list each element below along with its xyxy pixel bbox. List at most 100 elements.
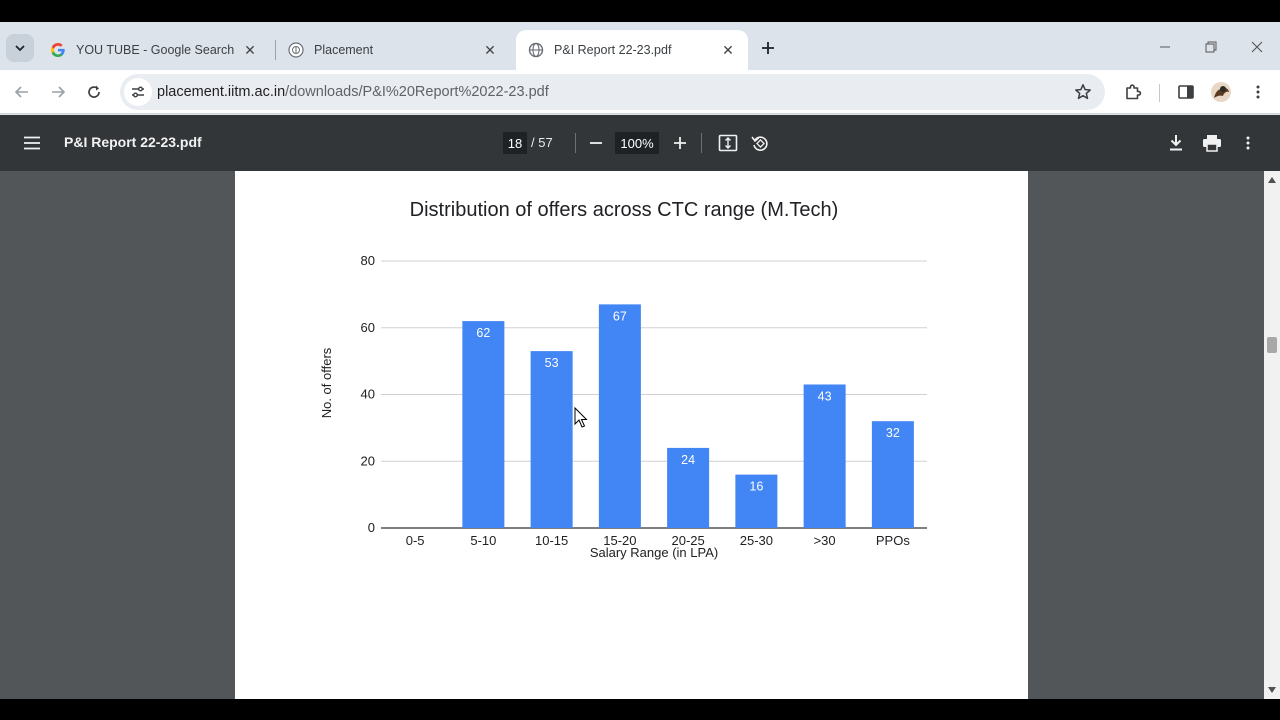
fit-to-page-button[interactable] xyxy=(716,131,740,155)
close-tab-icon[interactable]: ✕ xyxy=(242,42,258,58)
fit-page-icon xyxy=(718,134,738,152)
vertical-scrollbar[interactable] xyxy=(1264,171,1280,699)
hamburger-menu-icon xyxy=(24,136,40,150)
bookmark-star-button[interactable] xyxy=(1073,82,1093,102)
tab-google-search[interactable]: YOU TUBE - Google Search ✕ xyxy=(38,30,270,70)
url-host: placement.iitm.ac.in xyxy=(157,84,286,100)
browser-window: YOU TUBE - Google Search ✕ Placement ✕ P… xyxy=(0,22,1280,699)
zoom-level-input[interactable]: 100% xyxy=(615,132,659,154)
restore-button[interactable] xyxy=(1199,36,1223,58)
tune-icon xyxy=(132,86,144,98)
side-panel-button[interactable] xyxy=(1174,80,1198,104)
download-icon xyxy=(1170,135,1182,151)
bar-data-label: 62 xyxy=(476,326,490,340)
y-tick-label: 20 xyxy=(361,453,375,468)
bar xyxy=(803,384,846,528)
page-number-input[interactable]: 18 xyxy=(503,132,527,154)
pdf-toolbar-divider xyxy=(701,133,702,153)
y-tick-label: 80 xyxy=(361,253,375,268)
pdf-toolbar: P&I Report 22-23.pdf 18 / 57 100% xyxy=(0,115,1280,171)
address-bar[interactable]: placement.iitm.ac.in/downloads/P&I%20Rep… xyxy=(120,74,1105,110)
x-tick-label: 25-30 xyxy=(740,533,773,548)
tab-title: YOU TUBE - Google Search xyxy=(76,43,235,57)
url-text[interactable]: placement.iitm.ac.in/downloads/P&I%20Rep… xyxy=(157,84,549,100)
chevron-down-icon xyxy=(15,45,25,52)
globe-icon xyxy=(528,42,544,58)
minimize-icon xyxy=(1160,46,1170,48)
puzzle-icon xyxy=(1126,84,1142,100)
chart-title: Distribution of offers across CTC range … xyxy=(410,199,839,221)
zoom-out-button[interactable] xyxy=(584,131,608,155)
close-tab-icon[interactable]: ✕ xyxy=(482,42,498,58)
pdf-page: Distribution of offers across CTC range … xyxy=(235,171,1028,699)
close-tab-icon[interactable]: ✕ xyxy=(720,42,736,58)
extensions-button[interactable] xyxy=(1121,80,1145,104)
bar-data-label: 16 xyxy=(749,480,763,494)
scroll-up-arrow-icon[interactable] xyxy=(1267,175,1277,185)
pdf-viewport[interactable]: Distribution of offers across CTC range … xyxy=(0,171,1280,699)
y-axis-label: No. of offers xyxy=(319,347,334,418)
tab-strip: YOU TUBE - Google Search ✕ Placement ✕ P… xyxy=(0,22,1280,70)
reload-button[interactable] xyxy=(80,78,108,106)
rotate-counterclockwise-icon xyxy=(751,136,768,151)
arrow-right-icon xyxy=(52,86,66,98)
pdf-title: P&I Report 22-23.pdf xyxy=(64,134,202,150)
bar-data-label: 32 xyxy=(886,426,900,440)
back-button[interactable] xyxy=(8,78,36,106)
reload-icon xyxy=(88,85,100,98)
scrollbar-thumb[interactable] xyxy=(1267,337,1277,353)
bar xyxy=(598,304,641,528)
bar-data-label: 67 xyxy=(613,309,627,323)
arrow-left-icon xyxy=(14,86,28,98)
minus-icon xyxy=(590,142,602,144)
x-tick-label: PPOs xyxy=(876,533,910,548)
browser-menu-button[interactable] xyxy=(1246,80,1270,104)
more-vert-icon xyxy=(1246,136,1250,150)
profile-avatar[interactable] xyxy=(1209,80,1233,104)
plus-icon xyxy=(674,137,686,149)
bar-data-label: 53 xyxy=(545,356,559,370)
plus-icon xyxy=(762,42,774,54)
bar xyxy=(462,321,505,528)
pdf-toolbar-divider xyxy=(575,133,576,153)
url-path: /downloads/P&I%20Report%2022-23.pdf xyxy=(285,84,549,100)
tab-title: Placement xyxy=(314,43,374,57)
x-tick-label: 0-5 xyxy=(406,533,425,548)
tab-search-button[interactable] xyxy=(6,34,34,62)
printer-icon xyxy=(1203,135,1221,152)
minimize-button[interactable] xyxy=(1153,36,1177,58)
bar-data-label: 24 xyxy=(681,453,695,467)
forward-button[interactable] xyxy=(44,78,72,106)
pdf-more-options-button[interactable] xyxy=(1236,131,1260,155)
page-count: / 57 xyxy=(531,135,553,150)
y-tick-label: 40 xyxy=(361,387,375,402)
tab-placement[interactable]: Placement ✕ xyxy=(276,30,510,70)
x-tick-label: 10-15 xyxy=(535,533,568,548)
restore-icon xyxy=(1205,41,1217,53)
print-button[interactable] xyxy=(1200,131,1224,155)
x-tick-label: >30 xyxy=(814,533,836,548)
tab-pdf-report[interactable]: P&I Report 22-23.pdf ✕ xyxy=(516,30,748,70)
bar-data-label: 43 xyxy=(818,389,832,403)
y-tick-label: 0 xyxy=(368,520,375,535)
zoom-in-button[interactable] xyxy=(668,131,692,155)
browser-toolbar: placement.iitm.ac.in/downloads/P&I%20Rep… xyxy=(0,70,1280,114)
pdf-sidebar-menu-button[interactable] xyxy=(20,131,44,155)
avatar-icon xyxy=(1211,82,1231,102)
new-tab-button[interactable] xyxy=(757,37,779,59)
toolbar-divider xyxy=(1159,84,1160,102)
tab-title: P&I Report 22-23.pdf xyxy=(554,43,672,57)
star-icon xyxy=(1075,84,1091,100)
google-icon xyxy=(50,42,66,58)
x-axis-label: Salary Range (in LPA) xyxy=(590,545,718,560)
close-window-button[interactable] xyxy=(1245,36,1269,58)
site-info-button[interactable] xyxy=(124,78,152,106)
side-panel-icon xyxy=(1178,85,1194,99)
scroll-down-arrow-icon[interactable] xyxy=(1267,685,1277,695)
download-button[interactable] xyxy=(1164,131,1188,155)
rotate-button[interactable] xyxy=(748,131,772,155)
bar xyxy=(530,351,573,528)
x-tick-label: 5-10 xyxy=(470,533,496,548)
mouse-cursor-icon xyxy=(574,406,588,428)
y-tick-label: 60 xyxy=(361,320,375,335)
